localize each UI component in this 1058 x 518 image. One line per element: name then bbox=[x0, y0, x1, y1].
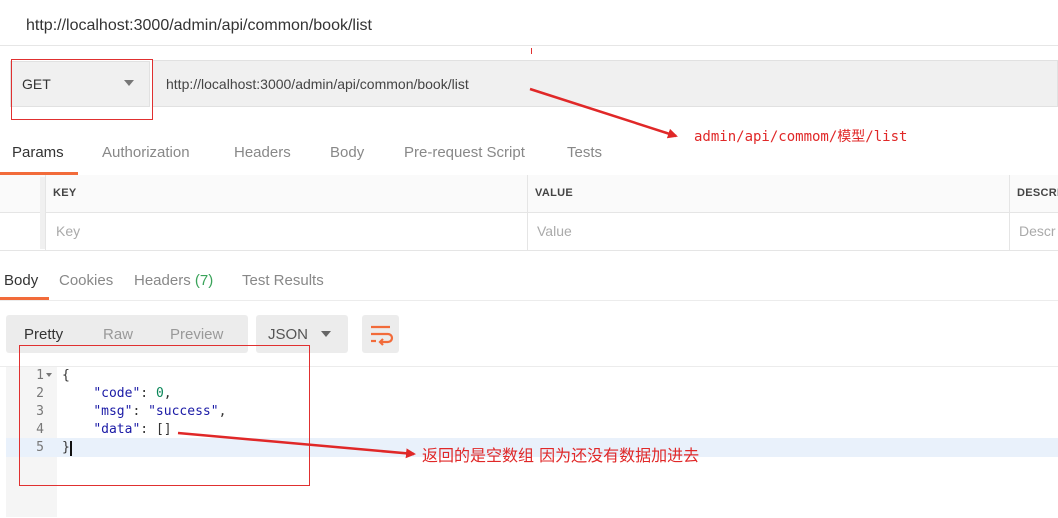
arrow-to-url-note bbox=[529, 87, 678, 139]
response-annotation: 返回的是空数组 因为还没有数据加进去 bbox=[422, 446, 700, 465]
arrow-to-response-note bbox=[177, 431, 416, 459]
url-annotation: admin/api/commom/模型/list bbox=[694, 129, 908, 145]
annotation-arrows bbox=[177, 87, 678, 459]
